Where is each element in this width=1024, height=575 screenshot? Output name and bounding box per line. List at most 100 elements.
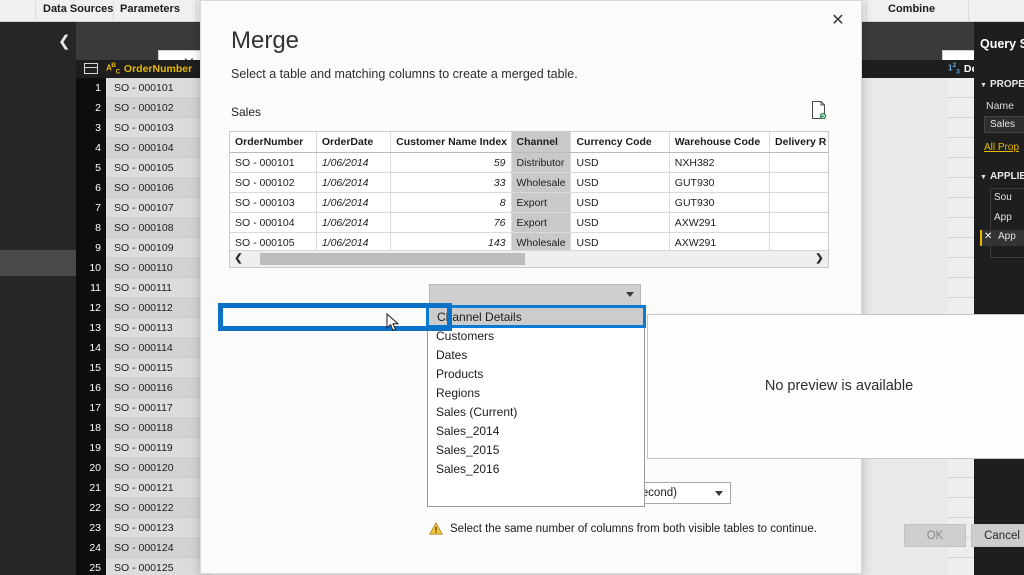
preview-column-header[interactable]: Customer Name Index bbox=[391, 132, 512, 152]
dropdown-option[interactable]: Sales_2015 bbox=[428, 440, 644, 459]
applied-steps-section-header[interactable]: ▼ APPLIE bbox=[980, 171, 1024, 182]
row-number-column: 1 2 3 4 5 6 7 8 9 10 11 12 13 14 15 16 17 18 19 20 21 22 23 24 2… bbox=[76, 78, 106, 575]
dropdown-option[interactable]: Sales_2016 bbox=[428, 459, 644, 478]
row-number[interactable]: 4 bbox=[76, 138, 106, 158]
row-number[interactable]: 1 bbox=[76, 78, 106, 98]
preview-column-header[interactable]: OrderNumber bbox=[230, 132, 317, 152]
grid-cell-ordernumber[interactable]: SO - 000119 bbox=[106, 438, 211, 458]
ribbon-group-data-sources[interactable]: Data Sources bbox=[43, 3, 113, 15]
row-number[interactable]: 12 bbox=[76, 298, 106, 318]
preview-column-header[interactable]: OrderDate bbox=[317, 132, 392, 152]
table-icon[interactable] bbox=[84, 63, 98, 74]
grid-cell-ordernumber[interactable]: SO - 000121 bbox=[106, 478, 211, 498]
preview-table-cell: USD bbox=[571, 173, 670, 192]
grid-cell-ordernumber[interactable]: SO - 000125 bbox=[106, 558, 211, 575]
preview-horizontal-scrollbar[interactable]: ❮ ❯ bbox=[230, 250, 828, 267]
grid-cell-ordernumber[interactable]: SO - 000107 bbox=[106, 198, 211, 218]
grid-cell-ordernumber[interactable]: SO - 000123 bbox=[106, 518, 211, 538]
row-number[interactable]: 6 bbox=[76, 178, 106, 198]
dropdown-option[interactable]: Channel Details bbox=[426, 305, 646, 328]
delete-step-icon[interactable]: ✕ bbox=[984, 231, 992, 242]
grid-cell-ordernumber[interactable]: SO - 000105 bbox=[106, 158, 211, 178]
row-number[interactable]: 24 bbox=[76, 538, 106, 558]
ribbon-group-parameters[interactable]: Parameters bbox=[120, 3, 180, 15]
row-number[interactable]: 18 bbox=[76, 418, 106, 438]
grid-cell-ordernumber[interactable]: SO - 000110 bbox=[106, 258, 211, 278]
grid-cell-ordernumber[interactable]: SO - 000118 bbox=[106, 418, 211, 438]
applied-step-second[interactable]: App bbox=[994, 212, 1012, 223]
row-number[interactable]: 17 bbox=[76, 398, 106, 418]
row-number[interactable]: 5 bbox=[76, 158, 106, 178]
row-number[interactable]: 16 bbox=[76, 378, 106, 398]
applied-step-source[interactable]: Sou bbox=[994, 192, 1012, 203]
ok-button[interactable]: OK bbox=[904, 524, 966, 547]
grid-cell-ordernumber[interactable]: SO - 000112 bbox=[106, 298, 211, 318]
grid-cell-ordernumber[interactable]: SO - 000117 bbox=[106, 398, 211, 418]
grid-cell-ordernumber[interactable]: SO - 000116 bbox=[106, 378, 211, 398]
grid-cell-ordernumber[interactable]: SO - 000109 bbox=[106, 238, 211, 258]
properties-section-header[interactable]: ▼ PROPE bbox=[980, 79, 1024, 90]
row-number[interactable]: 8 bbox=[76, 218, 106, 238]
row-number[interactable]: 2 bbox=[76, 98, 106, 118]
queries-pane-selected-row[interactable] bbox=[0, 250, 76, 276]
grid-cell-ordernumber[interactable]: SO - 000111 bbox=[106, 278, 211, 298]
scroll-right-icon[interactable]: ❯ bbox=[811, 251, 828, 267]
page-refresh-icon[interactable] bbox=[811, 101, 827, 119]
grid-cell-ordernumber[interactable]: SO - 000122 bbox=[106, 498, 211, 518]
table-dropdown-list[interactable]: Channel Details Customers Dates Products Reg… bbox=[426, 305, 646, 507]
grid-cell-ordernumber[interactable]: SO - 000124 bbox=[106, 538, 211, 558]
grid-cell-ordernumber[interactable]: SO - 000115 bbox=[106, 358, 211, 378]
grid-cell-ordernumber[interactable]: SO - 000113 bbox=[106, 318, 211, 338]
scrollbar-thumb[interactable] bbox=[260, 253, 525, 265]
row-number[interactable]: 11 bbox=[76, 278, 106, 298]
dropdown-option[interactable]: Regions bbox=[428, 383, 644, 402]
preview-column-header[interactable]: Delivery R bbox=[770, 132, 828, 152]
grid-cell-ordernumber[interactable]: SO - 000101 bbox=[106, 78, 211, 98]
row-number[interactable]: 15 bbox=[76, 358, 106, 378]
row-number[interactable]: 23 bbox=[76, 518, 106, 538]
preview-table-cell: USD bbox=[571, 213, 670, 232]
second-table-selector[interactable] bbox=[429, 284, 641, 306]
preview-column-header[interactable]: Channel bbox=[511, 132, 572, 152]
preview-table-cell bbox=[770, 173, 828, 192]
grid-column-ordernumber[interactable]: ABC OrderNumber bbox=[106, 60, 192, 78]
row-number[interactable]: 10 bbox=[76, 258, 106, 278]
grid-cell-ordernumber[interactable]: SO - 000102 bbox=[106, 98, 211, 118]
grid-cell-ordernumber[interactable]: SO - 000104 bbox=[106, 138, 211, 158]
row-number[interactable]: 7 bbox=[76, 198, 106, 218]
row-number[interactable]: 21 bbox=[76, 478, 106, 498]
preview-table-cell: 1/06/2014 bbox=[317, 173, 392, 192]
cancel-button[interactable]: Cancel bbox=[971, 524, 1024, 547]
grid-cell-ordernumber[interactable]: SO - 000106 bbox=[106, 178, 211, 198]
row-number[interactable]: 9 bbox=[76, 238, 106, 258]
query-name-input[interactable]: Sales bbox=[984, 116, 1024, 133]
ordernumber-column: SO - 000101 SO - 000102 SO - 000103 SO - 00… bbox=[106, 78, 211, 575]
applied-step-third[interactable]: App bbox=[998, 231, 1016, 242]
scroll-left-icon[interactable]: ❮ bbox=[230, 251, 247, 267]
dropdown-option[interactable]: Customers bbox=[428, 326, 644, 345]
preview-table-cell: 76 bbox=[391, 213, 512, 232]
row-number[interactable]: 3 bbox=[76, 118, 106, 138]
dropdown-option[interactable]: Dates bbox=[428, 345, 644, 364]
ribbon-group-combine[interactable]: Combine bbox=[888, 3, 935, 15]
grid-cell-ordernumber[interactable]: SO - 000103 bbox=[106, 118, 211, 138]
grid-cell-ordernumber[interactable]: SO - 000120 bbox=[106, 458, 211, 478]
row-number[interactable]: 22 bbox=[76, 498, 106, 518]
all-properties-link[interactable]: All Prop bbox=[984, 142, 1019, 153]
dropdown-option[interactable]: Products bbox=[428, 364, 644, 383]
row-number[interactable]: 13 bbox=[76, 318, 106, 338]
preview-column-header[interactable]: Warehouse Code bbox=[670, 132, 771, 152]
row-number[interactable]: 14 bbox=[76, 338, 106, 358]
preview-table-cell bbox=[770, 193, 828, 212]
preview-column-header[interactable]: Currency Code bbox=[571, 132, 670, 152]
grid-cell-ordernumber[interactable]: SO - 000108 bbox=[106, 218, 211, 238]
row-number[interactable]: 19 bbox=[76, 438, 106, 458]
dropdown-option[interactable]: Sales (Current) bbox=[428, 402, 644, 421]
row-number[interactable]: 25 bbox=[76, 558, 106, 575]
collapse-chevron-icon[interactable]: ❮ bbox=[58, 34, 71, 49]
grid-cell-ordernumber[interactable]: SO - 000114 bbox=[106, 338, 211, 358]
preview-table-cell: Export bbox=[511, 213, 572, 232]
dropdown-option[interactable]: Sales_2014 bbox=[428, 421, 644, 440]
row-number[interactable]: 20 bbox=[76, 458, 106, 478]
close-icon[interactable]: ✕ bbox=[827, 10, 849, 32]
